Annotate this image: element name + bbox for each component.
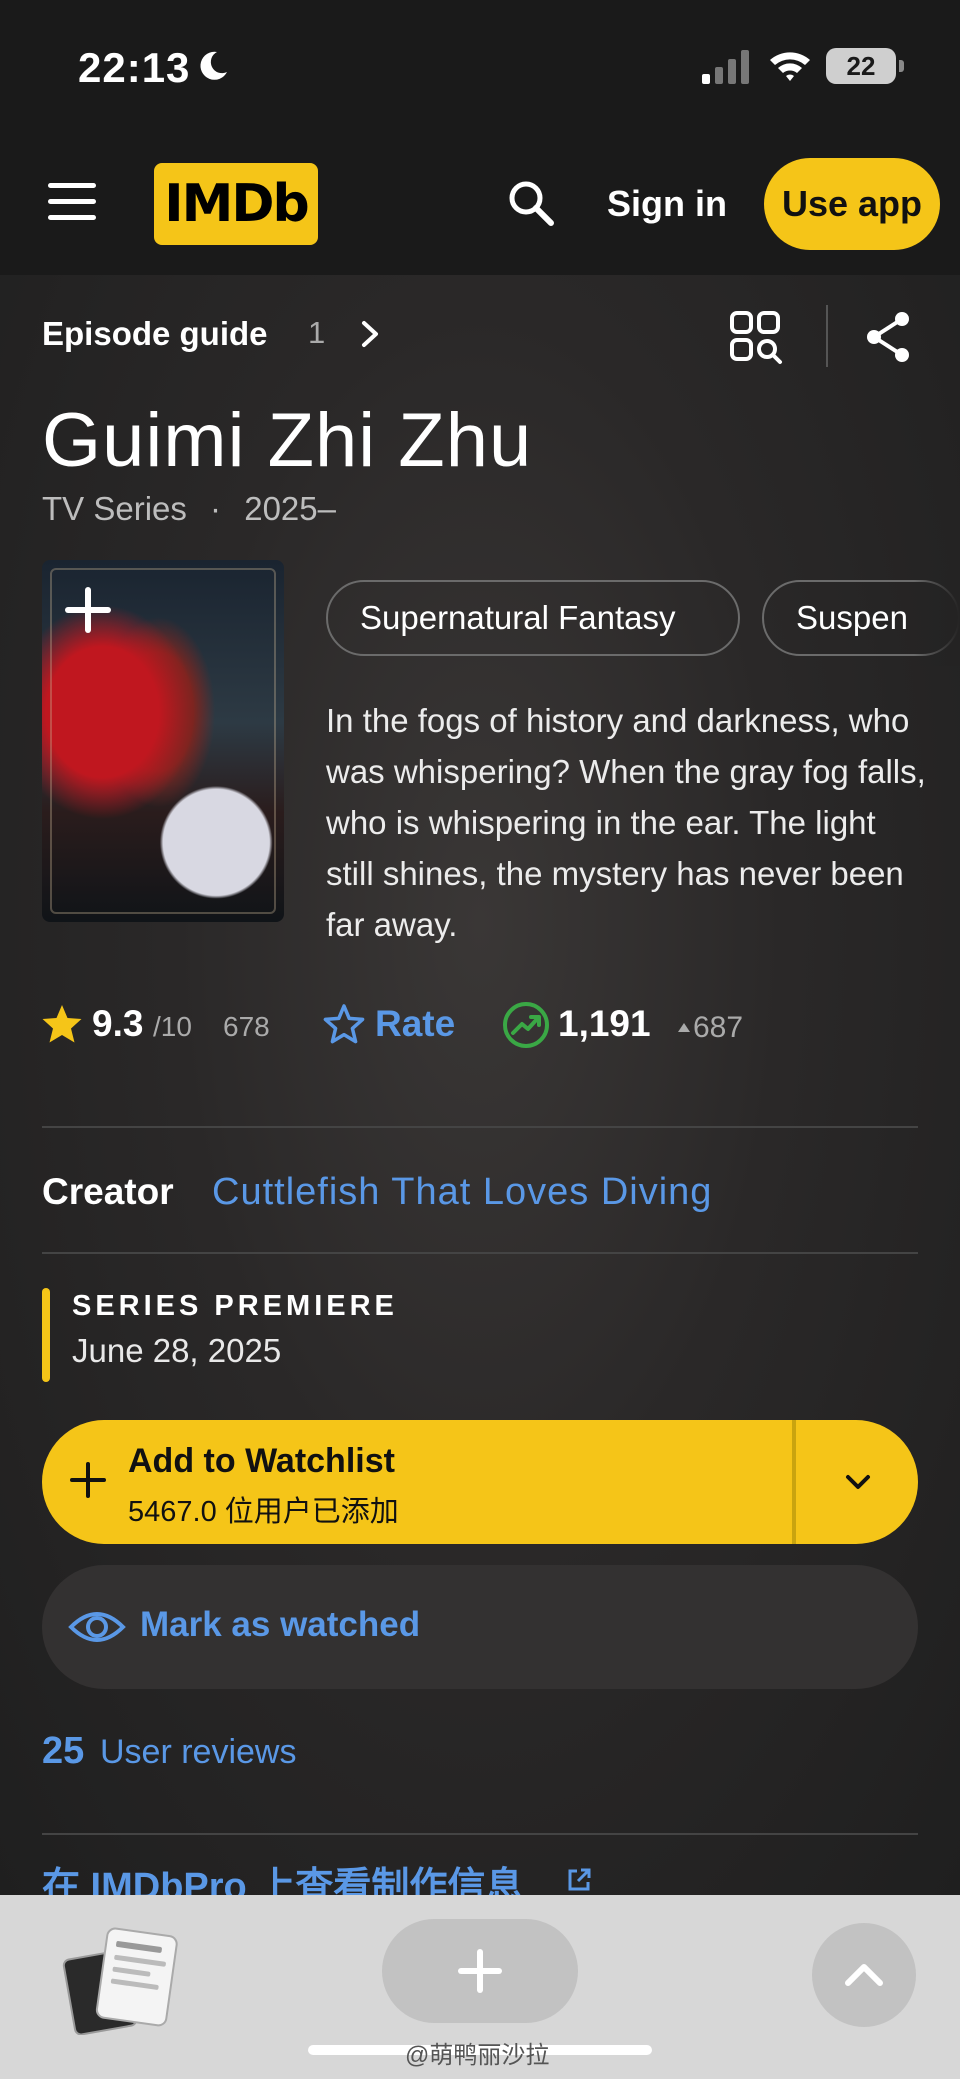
grid-search-icon[interactable]	[728, 309, 784, 365]
battery-indicator: 22	[826, 48, 904, 84]
divider	[42, 1833, 918, 1835]
external-link-icon	[568, 1868, 591, 1891]
signal-icon	[702, 50, 749, 84]
eye-icon	[68, 1612, 126, 1642]
creator-link[interactable]: Cuttlefish That Loves Diving	[212, 1171, 712, 1214]
trending-up-icon[interactable]	[502, 1001, 550, 1049]
premiere-accent-bar	[42, 1288, 50, 1382]
user-reviews-count[interactable]: 25	[42, 1730, 84, 1773]
user-reviews-link[interactable]: User reviews	[100, 1733, 296, 1772]
toolbar-divider	[826, 305, 828, 367]
watchlist-divider	[792, 1420, 796, 1544]
plus-icon	[70, 1462, 106, 1498]
imdb-logo[interactable]: IMDb	[154, 163, 318, 245]
plot-description: In the fogs of history and darkness, who…	[326, 702, 926, 943]
poster-image[interactable]	[42, 560, 284, 922]
sign-in-link[interactable]: Sign in	[607, 183, 727, 225]
watchlist-title: Add to Watchlist	[128, 1442, 395, 1480]
divider	[42, 1252, 918, 1254]
title-main: Episode guide 1 Guimi Zhi Zhu TV Series …	[0, 275, 960, 1908]
star-icon	[42, 1005, 82, 1043]
plus-icon[interactable]	[64, 586, 112, 634]
mark-as-watched-label: Mark as watched	[140, 1605, 421, 1644]
genre-chip[interactable]: Supernatural Fantasy	[326, 580, 740, 656]
mark-as-watched-button[interactable]: Mark as watched	[42, 1565, 918, 1689]
star-outline-icon[interactable]	[322, 1002, 366, 1046]
premiere-label: SERIES PREMIERE	[72, 1290, 398, 1322]
creator-label: Creator	[42, 1171, 174, 1212]
wifi-icon	[770, 52, 810, 81]
chevron-down-icon[interactable]	[842, 1466, 874, 1498]
popularity-change: 687	[693, 1011, 744, 1044]
title-type: TV Series	[42, 490, 187, 527]
rating-count: 678	[223, 1011, 270, 1042]
new-tab-button[interactable]	[382, 1919, 578, 2023]
meta-separator: ·	[210, 490, 222, 527]
scroll-top-button[interactable]	[812, 1923, 916, 2027]
rate-button[interactable]: Rate	[375, 1003, 455, 1045]
chip-fade	[914, 570, 960, 666]
watermark: @萌鸭丽沙拉	[405, 2042, 550, 2069]
top-nav: IMDb Sign in Use app	[0, 135, 960, 275]
chevron-up-icon	[845, 1964, 883, 1986]
popularity-rank[interactable]: 1,191	[558, 1003, 651, 1045]
status-bar: 22:13 22	[0, 0, 960, 135]
episode-guide-link[interactable]: Episode guide	[42, 315, 268, 353]
episode-count: 1	[308, 315, 326, 350]
premiere-date: June 28, 2025	[72, 1332, 282, 1369]
rating-value: 9.3	[92, 1003, 144, 1044]
moon-icon	[200, 51, 227, 80]
share-icon[interactable]	[864, 309, 914, 365]
menu-icon[interactable]	[48, 183, 96, 221]
up-arrow-icon	[678, 1023, 690, 1032]
title-meta: TV Series · 2025–	[42, 490, 336, 528]
status-time: 22:13	[78, 44, 191, 91]
plus-icon	[458, 1949, 502, 1993]
browser-toolbar: @萌鸭丽沙拉	[0, 1895, 960, 2079]
search-icon[interactable]	[505, 177, 557, 229]
chevron-right-icon[interactable]	[358, 317, 382, 351]
divider	[42, 1126, 918, 1128]
rating-scale: /10	[153, 1011, 192, 1042]
use-app-button[interactable]: Use app	[764, 158, 940, 250]
page-title: Guimi Zhi Zhu	[42, 398, 533, 483]
tabs-overview-icon[interactable]	[60, 1925, 180, 2035]
watchlist-count: 5467.0 位用户已添加	[128, 1496, 399, 1528]
add-to-watchlist-button[interactable]: Add to Watchlist 5467.0 位用户已添加	[42, 1420, 918, 1544]
title-years: 2025–	[244, 490, 336, 527]
